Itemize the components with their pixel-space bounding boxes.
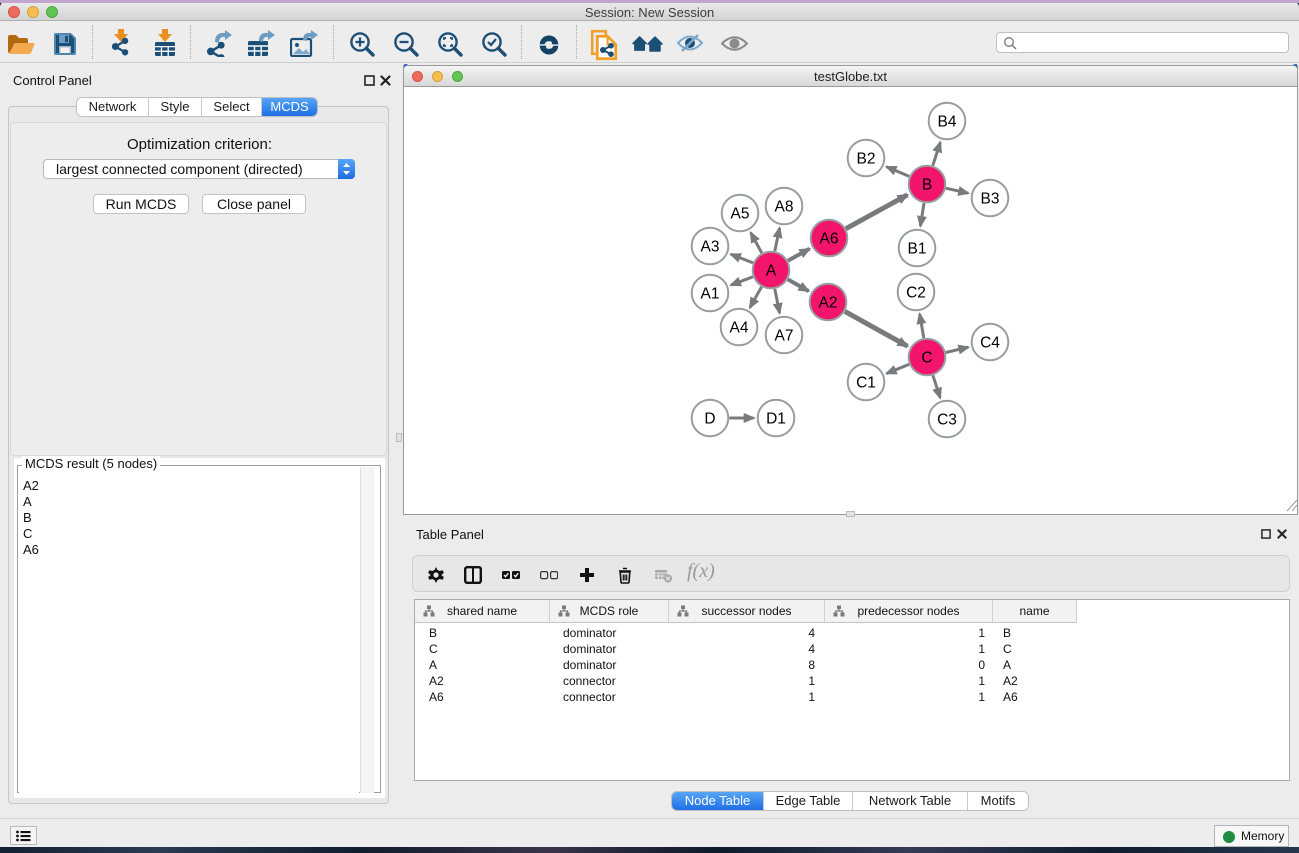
svg-text:C2: C2: [906, 285, 926, 302]
svg-text:B1: B1: [908, 241, 927, 258]
svg-text:C1: C1: [856, 375, 876, 392]
svg-text:B2: B2: [857, 151, 876, 168]
svg-text:C4: C4: [980, 335, 1000, 352]
svg-text:D: D: [704, 411, 715, 428]
svg-text:C3: C3: [937, 412, 957, 429]
svg-text:A4: A4: [730, 320, 749, 337]
svg-text:A8: A8: [775, 199, 794, 216]
svg-text:C: C: [921, 350, 932, 367]
svg-text:B: B: [922, 177, 932, 194]
svg-text:A: A: [766, 263, 777, 280]
svg-text:A3: A3: [701, 239, 720, 256]
svg-text:A6: A6: [820, 231, 839, 248]
svg-text:A5: A5: [731, 206, 750, 223]
svg-text:A1: A1: [701, 286, 720, 303]
svg-text:A7: A7: [775, 328, 794, 345]
svg-text:B3: B3: [981, 191, 1000, 208]
svg-text:A2: A2: [819, 295, 838, 312]
svg-text:D1: D1: [766, 411, 786, 428]
svg-text:B4: B4: [938, 114, 957, 131]
